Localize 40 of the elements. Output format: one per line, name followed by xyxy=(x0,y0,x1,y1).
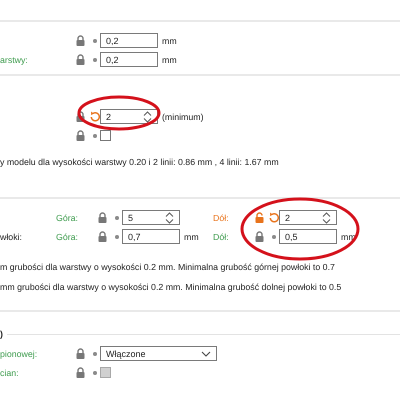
checkbox[interactable] xyxy=(100,130,111,141)
lock-icon[interactable] xyxy=(76,111,85,122)
unit-label: (minimum) xyxy=(161,112,204,122)
info-text: y modelu dla wysokości warstwy 0.20 i 2 linii: 0.86 mm , 4 linii: 1.67 mm xyxy=(0,157,280,167)
spin-field[interactable]: 2 xyxy=(279,210,337,225)
lock-icon[interactable] xyxy=(76,35,85,46)
input-field[interactable]: 0,2 xyxy=(100,52,158,67)
input-field[interactable]: 0,7 xyxy=(122,229,180,244)
lock-icon[interactable] xyxy=(255,231,264,242)
undo-icon[interactable] xyxy=(90,111,100,122)
dropdown[interactable]: Włączone xyxy=(100,346,217,361)
spinner-arrows-icon[interactable] xyxy=(143,110,152,124)
spinner-arrows-icon[interactable] xyxy=(322,210,331,224)
lock-icon[interactable] xyxy=(98,212,107,223)
lock-icon[interactable] xyxy=(76,54,85,65)
info-text: m grubości dla warstwy o wysokości 0.2 mm. Minimalna grubość górnej powłoki to 0.7 xyxy=(0,262,336,272)
lock-icon[interactable] xyxy=(76,348,85,359)
setting-label: Dół: xyxy=(213,212,229,222)
setting-label: Góra: xyxy=(56,212,78,222)
setting-label: cian: xyxy=(0,368,19,378)
lock-icon[interactable] xyxy=(76,130,85,141)
setting-label: arstwy: xyxy=(0,54,28,64)
spinner-arrows-icon[interactable] xyxy=(165,210,174,224)
lock-icon[interactable] xyxy=(98,231,107,242)
unlocked-lock-icon[interactable] xyxy=(255,212,265,223)
chevron-down-icon xyxy=(201,350,211,356)
setting-label: Dół: xyxy=(213,232,229,242)
input-field[interactable]: 0,5 xyxy=(279,229,337,244)
spin-field[interactable]: 2 xyxy=(100,109,158,124)
unit-label: mm xyxy=(161,54,178,64)
setting-label: włoki: xyxy=(0,232,22,242)
unit-label: mm xyxy=(161,36,178,46)
setting-label: Góra: xyxy=(56,232,78,242)
undo-icon[interactable] xyxy=(268,212,278,223)
unit-label: mm xyxy=(183,232,200,242)
spin-field[interactable]: 5 xyxy=(122,210,180,225)
setting-label: pionowej: xyxy=(0,348,38,358)
info-text: mm grubości dla warstwy o wysokości 0.2 mm. Minimalna grubość dolnej powłoki to 0.5 xyxy=(0,282,342,292)
group-title: ) xyxy=(0,329,3,339)
input-field[interactable]: 0,2 xyxy=(100,33,158,48)
